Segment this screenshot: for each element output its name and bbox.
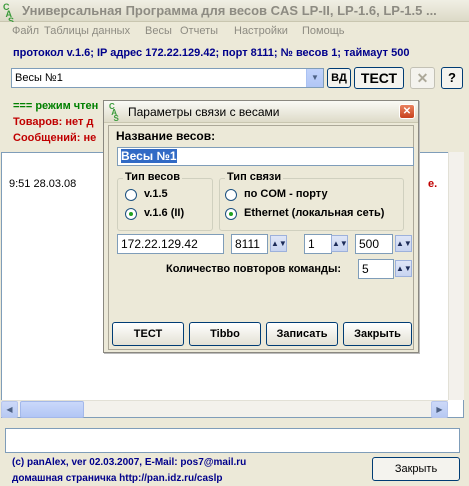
horizontal-scrollbar[interactable]: ◀ ▶ xyxy=(1,400,448,418)
timeout-spin-icon[interactable]: ▲▼ xyxy=(395,235,412,252)
scale-number-field[interactable]: 1 xyxy=(304,234,332,254)
scale-type-group xyxy=(117,178,213,231)
radio-v15-label: v.1.5 xyxy=(144,188,168,200)
app-logo-icon: C A S xyxy=(3,2,15,26)
retry-spin-icon[interactable]: ▲▼ xyxy=(395,260,412,277)
scale-number-spin-icon[interactable]: ▲▼ xyxy=(331,235,348,252)
mode-text: === режим чтен xyxy=(13,100,99,112)
retry-field[interactable]: 5 xyxy=(358,259,394,279)
goods-text: Товаров: нет д xyxy=(13,116,94,128)
dialog-title: Параметры связи с весами xyxy=(128,105,280,119)
menu-settings[interactable]: Настройки xyxy=(234,25,288,37)
timeout-field[interactable]: 500 xyxy=(355,234,393,254)
radio-com-port[interactable] xyxy=(225,189,237,201)
menu-help[interactable]: Помощь xyxy=(302,25,345,37)
port-spin-icon[interactable]: ▲▼ xyxy=(270,235,287,252)
radio-v16-label: v.1.6 (II) xyxy=(144,207,185,219)
scroll-left-icon[interactable]: ◀ xyxy=(1,401,18,418)
vertical-scrollbar[interactable] xyxy=(448,152,464,400)
vd-button[interactable]: ВД xyxy=(327,68,351,88)
scale-name-value: Весы №1 xyxy=(121,149,177,163)
menu-reports[interactable]: Отчеты xyxy=(180,25,218,37)
connection-status: протокол v.1.6; IP адрес 172.22.129.42; … xyxy=(13,47,410,59)
radio-v16[interactable] xyxy=(125,208,137,220)
scale-name-field[interactable]: Весы №1 xyxy=(117,147,414,166)
homepage-link[interactable]: домашная страничка http://pan.idz.ru/cas… xyxy=(12,473,223,484)
dialog-tibbo-button[interactable]: Tibbo xyxy=(189,322,261,346)
dialog-close-icon[interactable]: ✕ xyxy=(399,104,415,119)
help-button[interactable]: ? xyxy=(441,67,463,89)
menu-tables[interactable]: Таблицы данных xyxy=(44,25,130,37)
test-button[interactable]: ТЕСТ xyxy=(354,67,404,89)
radio-com-label: по COM - порту xyxy=(244,188,328,200)
scale-select-value: Весы №1 xyxy=(15,72,63,84)
command-input[interactable] xyxy=(5,428,460,453)
messages-text: Сообщений: не xyxy=(13,132,97,144)
scroll-thumb[interactable] xyxy=(20,401,84,418)
menu-scales[interactable]: Весы xyxy=(145,25,172,37)
main-close-button[interactable]: Закрыть xyxy=(372,457,460,481)
conn-type-label: Тип связи xyxy=(225,171,284,183)
scale-select[interactable]: Весы №1 ▼ xyxy=(11,68,324,88)
dialog-title-bar: C A S Параметры связи с весами ✕ xyxy=(104,101,418,123)
radio-ethernet-label: Ethernet (локальная сеть) xyxy=(244,207,385,219)
dialog-panel: Название весов: Весы №1 Тип весов v.1.5 … xyxy=(108,125,414,350)
scroll-right-icon[interactable]: ▶ xyxy=(431,401,448,418)
name-label: Название весов: xyxy=(116,129,216,143)
menu-bar: Файл Таблицы данных Весы Отчеты Настройк… xyxy=(0,22,469,42)
log-time: 9:51 28.03.08 xyxy=(9,178,77,190)
dialog-close-button[interactable]: Закрыть xyxy=(343,322,412,346)
dialog-save-button[interactable]: Записать xyxy=(266,322,338,346)
radio-ethernet[interactable] xyxy=(225,208,237,220)
scale-type-label: Тип весов xyxy=(123,171,182,183)
connection-dialog: C A S Параметры связи с весами ✕ Названи… xyxy=(103,100,419,353)
copyright-text: (c) panAlex, ver 02.03.2007, E-Mail: pos… xyxy=(12,457,247,468)
dialog-test-button[interactable]: ТЕСТ xyxy=(112,322,184,346)
title-bar: C A S Универсальная Программа для весов … xyxy=(0,0,469,26)
retry-label: Количество повторов команды: xyxy=(166,263,342,275)
log-tail: е. xyxy=(428,178,438,190)
cancel-icon[interactable]: ✕ xyxy=(410,67,435,89)
conn-type-group xyxy=(219,178,404,231)
port-field[interactable]: 8111 xyxy=(231,234,268,254)
window-title: Универсальная Программа для весов CAS LP… xyxy=(22,3,437,18)
ip-field[interactable]: 172.22.129.42 xyxy=(117,234,224,254)
dialog-logo-icon: C A S xyxy=(109,102,119,123)
menu-file[interactable]: Файл xyxy=(12,25,39,37)
dropdown-arrow-icon[interactable]: ▼ xyxy=(306,69,323,87)
radio-v15[interactable] xyxy=(125,189,137,201)
